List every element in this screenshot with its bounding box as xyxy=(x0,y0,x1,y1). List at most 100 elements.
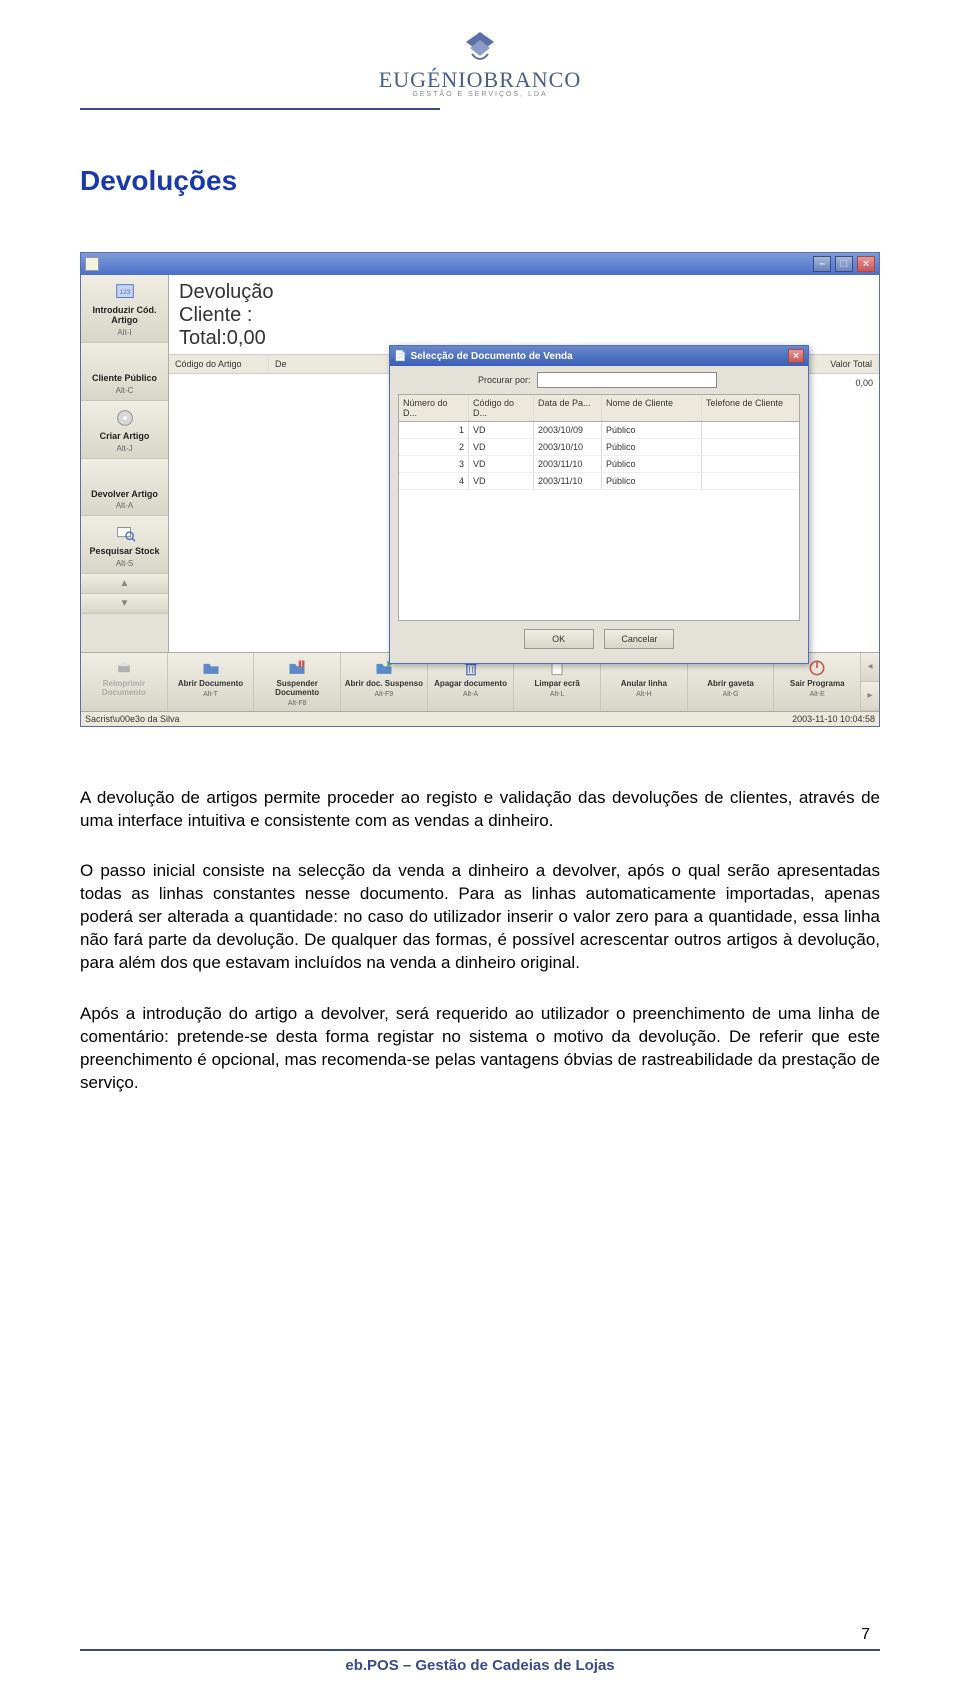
grid-col-telefone: Telefone de Cliente xyxy=(702,395,799,421)
minimize-button[interactable]: – xyxy=(813,256,831,272)
cell-tel xyxy=(702,473,799,489)
header-rule xyxy=(80,108,440,110)
cell-data: 2003/11/10 xyxy=(534,473,602,489)
bottom-shortcut: Alt-L xyxy=(517,691,597,698)
page-heading: Devoluções xyxy=(80,165,880,197)
statusbar: Sacrist\u00e3o da Silva 2003-11-10 10:04… xyxy=(81,711,879,726)
cell-cod: VD xyxy=(469,456,534,472)
grid-row[interactable]: 1VD2003/10/09Público xyxy=(399,422,799,439)
cell-nome: Público xyxy=(602,456,702,472)
sidebar-up-arrow[interactable]: ▲ xyxy=(81,574,168,594)
bottom-open[interactable]: Abrir DocumentoAlt-T xyxy=(168,653,255,711)
sidebar-criar-artigo[interactable]: Criar Artigo Alt-J xyxy=(81,401,168,459)
document-grid[interactable]: Número do D... Código do D... Data de Pa… xyxy=(398,394,800,621)
bottom-shortcut: Alt-H xyxy=(604,691,684,698)
header-line-devolucao: Devolução xyxy=(179,281,869,304)
select-document-dialog: 📄 Selecção de Documento de Venda × Procu… xyxy=(389,345,809,664)
footer: eb.POS – Gestão de Cadeias de Lojas xyxy=(80,1649,880,1674)
cell-num: 1 xyxy=(399,422,469,438)
close-button[interactable]: × xyxy=(857,256,875,272)
col-valor: Valor Total xyxy=(809,355,879,373)
bottom-label: Abrir doc. Suspenso xyxy=(344,680,424,689)
bottom-label: Sair Programa xyxy=(777,680,857,689)
grid-col-data: Data de Pa... xyxy=(534,395,602,421)
cell-num: 4 xyxy=(399,473,469,489)
logo-name: EUGÉNIOBRANCO xyxy=(80,67,880,93)
cell-data: 2003/11/10 xyxy=(534,456,602,472)
disc-icon xyxy=(113,407,137,429)
bottom-label: Anular linha xyxy=(604,680,684,689)
sidebar-item-label: Pesquisar Stock xyxy=(85,547,164,557)
cell-tel xyxy=(702,439,799,455)
sidebar-pesquisar-stock[interactable]: Pesquisar Stock Alt-S xyxy=(81,516,168,574)
sidebar-devolver-artigo[interactable]: Devolver Artigo Alt-A xyxy=(81,459,168,517)
sidebar-down-arrow[interactable]: ▼ xyxy=(81,594,168,614)
paragraph: A devolução de artigos permite proceder … xyxy=(80,787,880,833)
app-icon xyxy=(85,257,99,271)
logo-tagline: GESTÃO E SERVIÇOS, LDA xyxy=(80,91,880,98)
toolbar-left-arrow[interactable]: ◂ xyxy=(861,653,879,682)
cell-cod: VD xyxy=(469,422,534,438)
company-logo: EUGÉNIOBRANCO GESTÃO E SERVIÇOS, LDA xyxy=(80,30,880,98)
bottom-label: Reimprimir Documento xyxy=(84,680,164,698)
sidebar-intro-codigo[interactable]: 123 Introduzir Cód. Artigo Alt-I xyxy=(81,275,168,343)
sidebar-cliente-publico[interactable]: Cliente Público Alt-C xyxy=(81,343,168,401)
dialog-title: Selecção de Documento de Venda xyxy=(410,351,572,362)
search-icon xyxy=(113,522,137,544)
cell-num: 3 xyxy=(399,456,469,472)
bottom-shortcut: Alt-F8 xyxy=(257,700,337,707)
cell-tel xyxy=(702,422,799,438)
bottom-shortcut: Alt-E xyxy=(777,691,857,698)
cell-tel xyxy=(702,456,799,472)
sidebar-shortcut: Alt-I xyxy=(85,328,164,337)
sidebar: 123 Introduzir Cód. Artigo Alt-I Cliente… xyxy=(81,275,169,652)
paragraph: Após a introdução do artigo a devolver, … xyxy=(80,1003,880,1095)
bottom-label: Suspender Documento xyxy=(257,680,337,698)
search-input[interactable] xyxy=(537,372,717,388)
grid-col-numero: Número do D... xyxy=(399,395,469,421)
bottom-shortcut: Alt-G xyxy=(691,691,771,698)
sidebar-shortcut: Alt-C xyxy=(85,386,164,395)
header-line-cliente: Cliente : xyxy=(179,304,869,327)
main-area: Devolução Cliente : Total:0,00 Código do… xyxy=(169,275,879,652)
open-icon xyxy=(200,658,222,678)
cell-nome: Público xyxy=(602,473,702,489)
exit-icon xyxy=(806,658,828,678)
titlebar: – □ × xyxy=(81,253,879,275)
bottom-label: Abrir Documento xyxy=(171,680,251,689)
col-codigo: Código do Artigo xyxy=(169,355,269,373)
grid-row[interactable]: 2VD2003/10/10Público xyxy=(399,439,799,456)
status-datetime: 2003-11-10 10:04:58 xyxy=(792,714,875,724)
dialog-close-button[interactable]: × xyxy=(788,349,804,363)
sidebar-shortcut: Alt-A xyxy=(85,501,164,510)
grid-row[interactable]: 4VD2003/11/10Público xyxy=(399,473,799,490)
status-user: Sacrist\u00e3o da Silva xyxy=(85,714,180,724)
sidebar-shortcut: Alt-S xyxy=(85,559,164,568)
code-icon: 123 xyxy=(113,281,137,303)
bottom-print: Reimprimir Documento xyxy=(81,653,168,711)
cell-nome: Público xyxy=(602,439,702,455)
bottom-label: Apagar documento xyxy=(431,680,511,689)
sidebar-shortcut: Alt-J xyxy=(85,444,164,453)
bottom-suspend[interactable]: Suspender Documento Alt-F8 xyxy=(254,653,341,711)
dialog-icon: 📄 xyxy=(394,351,406,362)
maximize-button[interactable]: □ xyxy=(835,256,853,272)
bottom-shortcut: Alt-F9 xyxy=(344,691,424,698)
suspend-icon xyxy=(286,658,308,678)
cell-data: 2003/10/10 xyxy=(534,439,602,455)
app-window: – □ × 123 Introduzir Cód. Artigo Alt-I C… xyxy=(80,252,880,727)
client-icon xyxy=(113,349,137,371)
sidebar-item-label: Devolver Artigo xyxy=(85,490,164,500)
main-header: Devolução Cliente : Total:0,00 xyxy=(169,275,879,355)
grid-col-nome: Nome de Cliente xyxy=(602,395,702,421)
paragraph: O passo inicial consiste na selecção da … xyxy=(80,860,880,975)
cancel-button[interactable]: Cancelar xyxy=(604,629,674,649)
cell-cod: VD xyxy=(469,439,534,455)
cell-num: 2 xyxy=(399,439,469,455)
grid-row[interactable]: 3VD2003/11/10Público xyxy=(399,456,799,473)
ok-button[interactable]: OK xyxy=(524,629,594,649)
cell-data: 2003/10/09 xyxy=(534,422,602,438)
toolbar-right-arrow[interactable]: ▸ xyxy=(861,682,879,711)
dialog-titlebar: 📄 Selecção de Documento de Venda × xyxy=(390,346,808,366)
row-total: 0,00 xyxy=(809,374,879,392)
